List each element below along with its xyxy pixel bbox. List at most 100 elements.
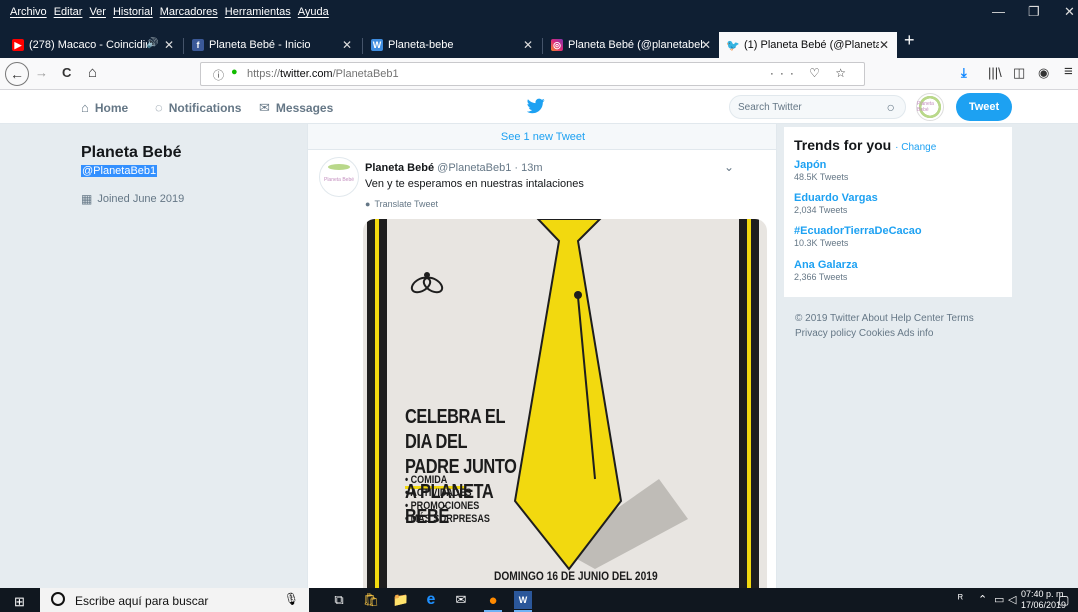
trends-panel: Trends for you · Change Japón 48.5K Twee… bbox=[784, 127, 1012, 297]
tab-facebook[interactable]: f Planeta Bebé - Inicio ✕ bbox=[184, 32, 360, 58]
tab-title: Planeta Bebé - Inicio bbox=[209, 39, 311, 51]
wix-icon: W bbox=[371, 39, 383, 51]
chevron-down-icon[interactable]: ⌄ bbox=[724, 160, 734, 174]
trends-change-link[interactable]: · Change bbox=[895, 142, 936, 153]
tweet-handle-time[interactable]: @PlanetaBeb1 · 13m bbox=[437, 162, 542, 174]
volume-icon[interactable]: ◁ bbox=[1008, 593, 1016, 606]
tab-youtube[interactable]: ▶ (278) Macaco - Coincidir (O 🔊 ✕ bbox=[4, 32, 182, 58]
menu-ver[interactable]: Ver bbox=[89, 6, 106, 18]
footer-line[interactable]: Privacy policy Cookies Ads info bbox=[795, 326, 1015, 341]
info-icon[interactable]: ⓘ bbox=[213, 67, 224, 83]
download-icon[interactable]: ⤓ bbox=[961, 65, 967, 81]
footer-links: © 2019 Twitter About Help Center Terms P… bbox=[795, 311, 1015, 341]
nav-notifications-label: Notifications bbox=[168, 100, 242, 115]
poster-bullet: • COMIDA bbox=[405, 474, 448, 486]
nav-home[interactable]: ⌂ Home bbox=[81, 100, 128, 115]
close-tab-icon[interactable]: ✕ bbox=[879, 38, 889, 52]
close-tab-icon[interactable]: ✕ bbox=[164, 38, 174, 52]
trend-count: 48.5K Tweets bbox=[794, 172, 849, 182]
profile-handle[interactable]: @PlanetaBeb1 bbox=[81, 165, 158, 177]
bell-icon: ◌ bbox=[155, 100, 163, 115]
audio-icon[interactable]: 🔊 bbox=[146, 38, 158, 49]
poster-bullet: • PROMOCIONES bbox=[405, 500, 480, 512]
close-tab-icon[interactable]: ✕ bbox=[523, 38, 533, 52]
tab-wix[interactable]: W Planeta-bebe ✕ bbox=[363, 32, 541, 58]
tab-title: Planeta-bebe bbox=[388, 39, 454, 51]
minimize-button[interactable]: — bbox=[992, 4, 1005, 19]
trend-item[interactable]: Eduardo Vargas 2,034 Tweets bbox=[794, 192, 878, 215]
tweet-author-name[interactable]: Planeta Bebé bbox=[365, 162, 434, 174]
tab-twitter[interactable]: 🐦 (1) Planeta Bebé (@PlanetaBeb ✕ bbox=[719, 32, 897, 58]
tab-instagram[interactable]: ◎ Planeta Bebé (@planetabebe8) ✕ bbox=[543, 32, 719, 58]
close-tab-icon[interactable]: ✕ bbox=[701, 38, 711, 52]
edge-icon[interactable]: e bbox=[422, 591, 440, 609]
joined-date: Joined June 2019 bbox=[97, 193, 185, 205]
translate-label: Translate Tweet bbox=[374, 199, 438, 209]
windows-start-icon[interactable]: ⊞ bbox=[14, 594, 25, 610]
close-tab-icon[interactable]: ✕ bbox=[342, 38, 352, 52]
menu-herramientas[interactable]: Herramientas bbox=[225, 6, 291, 18]
footer-line[interactable]: © 2019 Twitter About Help Center Terms bbox=[795, 311, 1015, 326]
microphone-icon[interactable]: 🎙 bbox=[284, 592, 299, 606]
home-button[interactable]: ⌂ bbox=[88, 64, 97, 81]
instagram-icon: ◎ bbox=[551, 39, 563, 51]
taskbar-search-input[interactable]: Escribe aquí para buscar 🎙 bbox=[40, 588, 309, 612]
menu-editar[interactable]: Editar bbox=[54, 6, 83, 18]
file-explorer-icon[interactable]: 📁 bbox=[392, 591, 410, 609]
menu-marcadores[interactable]: Marcadores bbox=[160, 6, 218, 18]
firefox-icon[interactable]: ● bbox=[484, 591, 502, 612]
menu-ayuda[interactable]: Ayuda bbox=[298, 6, 329, 18]
tweet-avatar-text: Planeta Bebé bbox=[323, 177, 355, 183]
trend-item[interactable]: Ana Galarza 2,366 Tweets bbox=[794, 259, 858, 282]
trend-name: Ana Galarza bbox=[794, 259, 858, 271]
menu-icon[interactable]: ≡ bbox=[1064, 63, 1073, 80]
calendar-icon: ▦ bbox=[81, 192, 93, 206]
url-path: /PlanetaBeb1 bbox=[332, 68, 399, 80]
library-icon[interactable]: |||\ bbox=[988, 65, 1002, 80]
twitter-bird-icon[interactable] bbox=[527, 98, 545, 114]
network-icon[interactable]: ▭ bbox=[994, 593, 1004, 606]
forward-button[interactable]: → bbox=[35, 65, 48, 80]
tweet-avatar[interactable]: Planeta Bebé bbox=[319, 157, 359, 197]
timeline: See 1 new Tweet Planeta Bebé Planeta Beb… bbox=[307, 124, 777, 588]
home-icon: ⌂ bbox=[81, 100, 89, 115]
url-bar[interactable]: ⓘ ● https://twitter.com/PlanetaBeb1 ··· … bbox=[200, 62, 865, 86]
search-input[interactable]: Search Twitter ○ bbox=[729, 95, 906, 119]
account-icon[interactable]: ◉ bbox=[1038, 65, 1049, 81]
people-icon[interactable]: ᴿ bbox=[958, 593, 963, 605]
twitter-header: ⌂ Home ◌ Notifications ✉ Messages Search… bbox=[0, 90, 1078, 124]
nav-messages-label: Messages bbox=[275, 101, 334, 115]
nav-notifications[interactable]: ◌ Notifications bbox=[155, 100, 241, 115]
translate-tweet-link[interactable]: ● Translate Tweet bbox=[365, 199, 438, 209]
trend-item[interactable]: #EcuadorTierraDeCacao 10.3K Tweets bbox=[794, 225, 922, 248]
trend-item[interactable]: Japón 48.5K Tweets bbox=[794, 159, 848, 182]
nav-messages[interactable]: ✉ Messages bbox=[259, 100, 333, 116]
maximize-button[interactable]: ❐ bbox=[1028, 4, 1040, 20]
new-tab-button[interactable]: + bbox=[904, 30, 915, 51]
close-window-button[interactable]: ✕ bbox=[1064, 4, 1075, 20]
sidebar-icon[interactable]: ◫ bbox=[1013, 65, 1025, 81]
page-actions-icon[interactable]: ··· ♡ ☆ bbox=[770, 66, 852, 80]
avatar[interactable]: Planeta Bebé bbox=[916, 93, 944, 121]
menu-historial[interactable]: Historial bbox=[113, 6, 153, 18]
reload-button[interactable]: C bbox=[62, 65, 71, 80]
url-text[interactable]: https://twitter.com/PlanetaBeb1 bbox=[247, 68, 399, 80]
word-icon[interactable]: W bbox=[514, 591, 532, 612]
notification-icon[interactable]: ▢ bbox=[1058, 593, 1069, 607]
tweet-button[interactable]: Tweet bbox=[956, 93, 1012, 121]
see-new-tweets-link[interactable]: See 1 new Tweet bbox=[308, 124, 776, 150]
tab-title: (1) Planeta Bebé (@PlanetaBeb bbox=[744, 39, 879, 51]
search-placeholder: Search Twitter bbox=[738, 102, 802, 113]
profile-name[interactable]: Planeta Bebé bbox=[81, 144, 181, 162]
cortana-icon bbox=[51, 592, 65, 606]
menu-archivo[interactable]: Archivo bbox=[10, 6, 47, 18]
trends-title-label: Trends for you bbox=[794, 137, 892, 153]
store-icon[interactable]: 🛍 bbox=[362, 591, 380, 609]
task-view-icon[interactable]: ⧉ bbox=[330, 591, 348, 609]
poster-bullet: • ACTIVIDADES bbox=[405, 487, 472, 499]
mail-icon[interactable]: ✉ bbox=[452, 591, 470, 609]
chevron-up-icon[interactable]: ⌃ bbox=[978, 593, 987, 606]
tweet-image[interactable]: CELEBRA EL DIA DEL PADRE JUNTO A PLANETA… bbox=[363, 219, 767, 588]
lock-icon: ● bbox=[231, 66, 238, 78]
back-button[interactable]: ← bbox=[5, 62, 29, 86]
